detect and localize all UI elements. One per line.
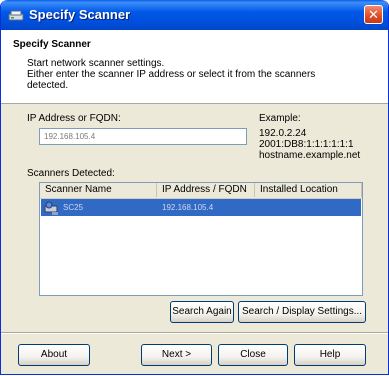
header-panel: Specify Scanner Start network scanner se… [1, 30, 388, 104]
search-again-button[interactable]: Search Again [170, 301, 234, 323]
close-button[interactable]: Close [218, 344, 288, 366]
search-display-settings-button[interactable]: Search / Display Settings... [238, 301, 366, 323]
list-header: Scanner Name IP Address / FQDN Installed… [40, 183, 362, 199]
scanner-network-icon [44, 201, 58, 215]
row-scanner-name: SC25 [63, 203, 84, 212]
scanners-list[interactable]: Scanner Name IP Address / FQDN Installed… [39, 182, 363, 296]
example-label: Example: [259, 113, 301, 124]
page-title: Specify Scanner [13, 39, 91, 50]
next-button[interactable]: Next > [141, 344, 212, 366]
search-display-settings-label: Search / Display Settings... [241, 306, 363, 317]
search-again-label: Search Again [172, 306, 232, 317]
help-button[interactable]: Help [294, 344, 366, 366]
scanner-icon [8, 10, 24, 21]
column-scanner-name[interactable]: Scanner Name [40, 183, 157, 197]
about-label: About [40, 349, 68, 360]
specify-scanner-window: Specify Scanner ✕ Specify Scanner Start … [0, 0, 389, 375]
ip-address-input[interactable]: 192.168.105.4 [39, 128, 247, 145]
example-values: 192.0.2.24 2001:DB8:1:1:1:1:1:1 hostname… [259, 128, 360, 161]
desc-line-2: Either enter the scanner IP address or s… [27, 69, 316, 80]
ip-address-label: IP Address or FQDN: [27, 113, 121, 124]
footer-divider [1, 332, 388, 334]
desc-line-1: Start network scanner settings. [27, 58, 165, 69]
column-installed-location[interactable]: Installed Location [255, 183, 362, 197]
row-ip-address: 192.168.105.4 [162, 203, 214, 212]
about-button[interactable]: About [18, 344, 90, 366]
next-label: Next > [161, 349, 192, 360]
close-icon[interactable]: ✕ [364, 5, 383, 24]
window-title: Specify Scanner [29, 7, 131, 22]
table-row[interactable]: SC25 192.168.105.4 [41, 199, 361, 216]
example-ipv6: 2001:DB8:1:1:1:1:1:1 [259, 139, 354, 150]
example-hostname: hostname.example.net [259, 150, 361, 161]
help-label: Help [319, 349, 341, 360]
example-ipv4: 192.0.2.24 [259, 128, 307, 139]
scanners-detected-label: Scanners Detected: [27, 168, 115, 179]
header-description: Start network scanner settings. Either e… [27, 58, 347, 91]
title-bar[interactable]: Specify Scanner ✕ [1, 0, 388, 30]
close-label: Close [240, 349, 266, 360]
desc-line-3: detected. [27, 80, 69, 91]
column-ip-address[interactable]: IP Address / FQDN [157, 183, 255, 197]
